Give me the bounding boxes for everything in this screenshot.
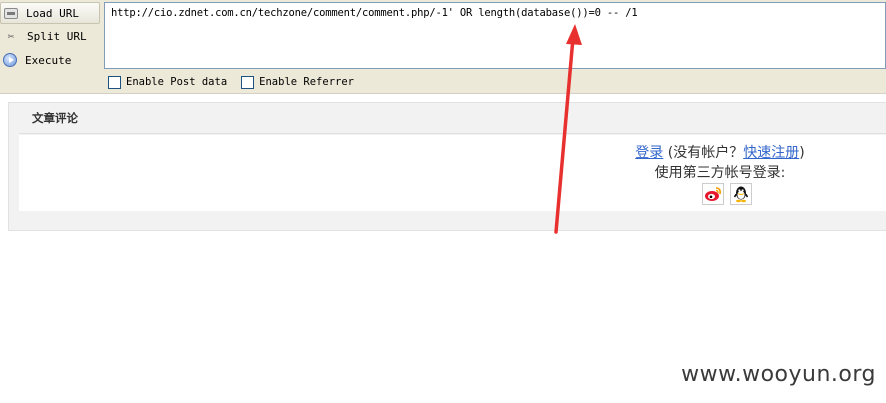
comment-panel: 文章评论 登录 (没有帐户？快速注册) 使用第三方帐号登录: — [8, 102, 886, 231]
login-link[interactable]: 登录 — [635, 145, 663, 161]
load-url-label: Load URL — [26, 6, 79, 20]
watermark-text: www.wooyun.org — [681, 362, 876, 387]
split-url-icon: ✂ — [7, 29, 15, 43]
execute-icon — [3, 53, 17, 67]
enable-post-label: Enable Post data — [126, 76, 228, 88]
enable-post-checkbox[interactable]: Enable Post data — [108, 75, 228, 89]
no-account-text: (没有帐户？ — [667, 145, 744, 161]
comment-body: 登录 (没有帐户？快速注册) 使用第三方帐号登录: — [19, 135, 886, 211]
enable-referrer-checkbox[interactable]: Enable Referrer — [241, 75, 354, 89]
qq-icon[interactable] — [730, 183, 752, 205]
load-url-icon — [4, 7, 18, 19]
weibo-icon[interactable] — [702, 183, 724, 205]
close-paren: ) — [799, 145, 805, 161]
load-url-button[interactable]: Load URL — [0, 2, 100, 24]
social-login — [702, 183, 758, 205]
url-input[interactable]: http://cio.zdnet.com.cn/techzone/comment… — [104, 2, 886, 69]
checkbox-box[interactable] — [241, 75, 255, 89]
section-title: 文章评论 — [19, 103, 886, 134]
hackbar-toolbar: Load URL ✂ Split URL Execute http://cio.… — [0, 0, 886, 94]
split-url-label: Split URL — [27, 29, 87, 43]
split-url-button[interactable]: ✂ Split URL — [0, 25, 100, 47]
execute-label: Execute — [25, 53, 72, 67]
enable-referrer-label: Enable Referrer — [259, 76, 354, 88]
options-row: Enable Post data Enable Referrer — [108, 74, 368, 90]
register-link[interactable]: 快速注册 — [743, 145, 799, 161]
third-party-text: 使用第三方帐号登录: — [654, 165, 786, 181]
checkbox-box[interactable] — [108, 75, 121, 89]
login-prompt: 登录 (没有帐户？快速注册) 使用第三方帐号登录: — [19, 143, 886, 183]
execute-button[interactable]: Execute — [0, 49, 100, 71]
hackbar-buttons: Load URL ✂ Split URL Execute — [0, 0, 102, 72]
